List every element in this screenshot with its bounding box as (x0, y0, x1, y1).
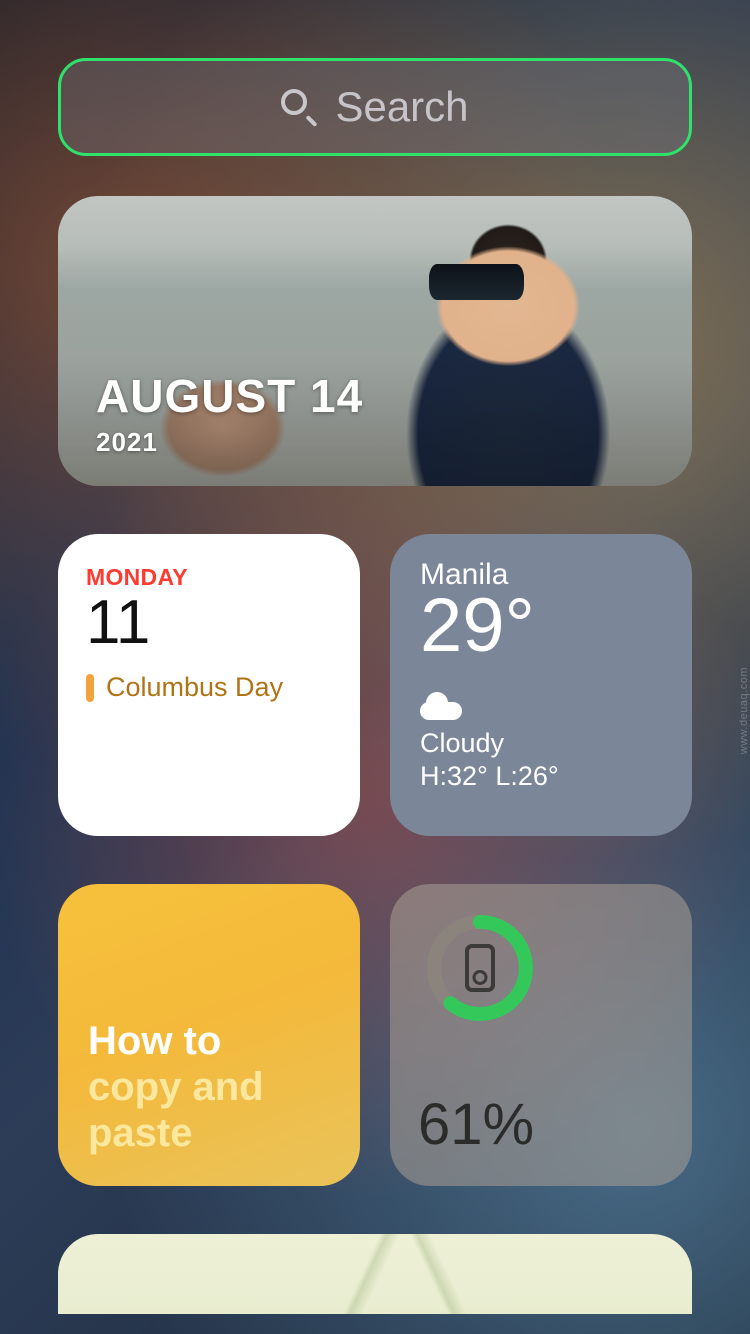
battery-ring (424, 912, 536, 1024)
notes-line1: How to (88, 1019, 330, 1064)
search-field[interactable]: Search (58, 58, 692, 156)
search-placeholder: Search (335, 83, 468, 131)
weather-condition: Cloudy (420, 728, 662, 759)
phone-icon (465, 944, 495, 992)
weather-hilo: H:32° L:26° (420, 761, 662, 792)
calendar-event: Columbus Day (106, 672, 283, 703)
photos-year: 2021 (96, 427, 363, 458)
weather-widget[interactable]: Manila 29° Cloudy H:32° L:26° (390, 534, 692, 836)
notes-widget[interactable]: How to copy and paste (58, 884, 360, 1186)
photos-date: AUGUST 14 (96, 369, 363, 423)
search-icon (281, 89, 317, 125)
battery-percent: 61% (418, 1091, 664, 1158)
watermark: www.deuaq.com (738, 667, 750, 754)
photo-subject (429, 264, 524, 300)
calendar-daynum: 11 (86, 587, 332, 658)
notes-line2: copy and paste (88, 1064, 330, 1156)
photos-widget[interactable]: AUGUST 14 2021 (58, 196, 692, 486)
weather-temp: 29° (420, 588, 662, 664)
cloud-icon (420, 692, 462, 720)
battery-widget[interactable]: 61% (390, 884, 692, 1186)
calendar-widget[interactable]: MONDAY 11 Columbus Day (58, 534, 360, 836)
event-color-bar (86, 674, 94, 702)
maps-widget[interactable] (58, 1234, 692, 1314)
